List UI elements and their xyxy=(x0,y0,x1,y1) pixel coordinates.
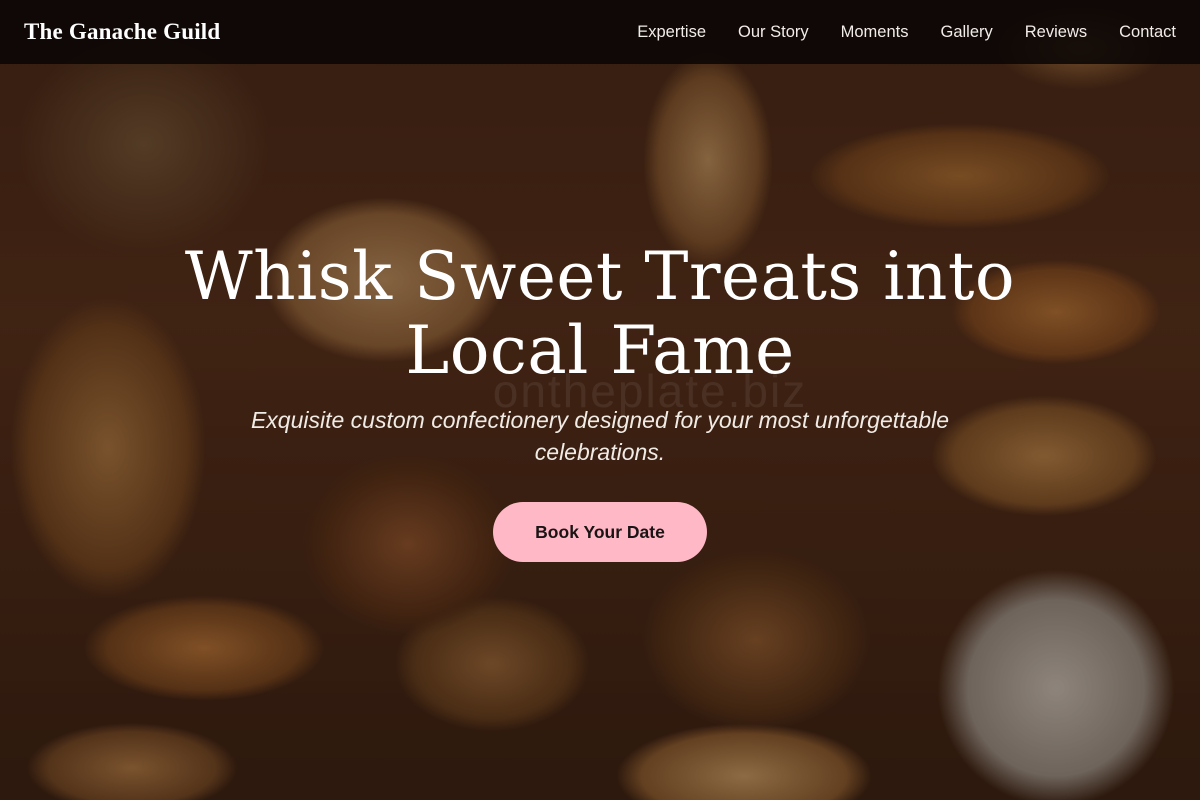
nav-link-gallery[interactable]: Gallery xyxy=(941,23,993,42)
hero-subheadline-line-2: celebrations. xyxy=(534,439,666,465)
nav-link-reviews[interactable]: Reviews xyxy=(1025,23,1087,42)
hero-headline-line-1: Whisk Sweet Treats into xyxy=(184,238,1016,315)
hero-subheadline-line-1: Exquisite custom confectionery designed … xyxy=(250,407,950,433)
nav-link-our-story[interactable]: Our Story xyxy=(738,23,809,42)
nav-link-moments[interactable]: Moments xyxy=(841,23,909,42)
hero-section: ontheplate.biz Whisk Sweet Treats into L… xyxy=(0,64,1200,800)
nav-link-contact[interactable]: Contact xyxy=(1119,23,1176,42)
hero-subheadline: Exquisite custom confectionery designed … xyxy=(190,404,1010,468)
nav-link-expertise[interactable]: Expertise xyxy=(637,23,706,42)
brand-logo-text[interactable]: The Ganache Guild xyxy=(24,19,220,45)
nav-links: Expertise Our Story Moments Gallery Revi… xyxy=(605,23,1176,42)
book-your-date-button[interactable]: Book Your Date xyxy=(493,502,707,562)
hero-headline: Whisk Sweet Treats into Local Fame xyxy=(150,240,1050,388)
top-navbar: The Ganache Guild Expertise Our Story Mo… xyxy=(0,0,1200,64)
hero-headline-line-2: Local Fame xyxy=(405,312,795,389)
